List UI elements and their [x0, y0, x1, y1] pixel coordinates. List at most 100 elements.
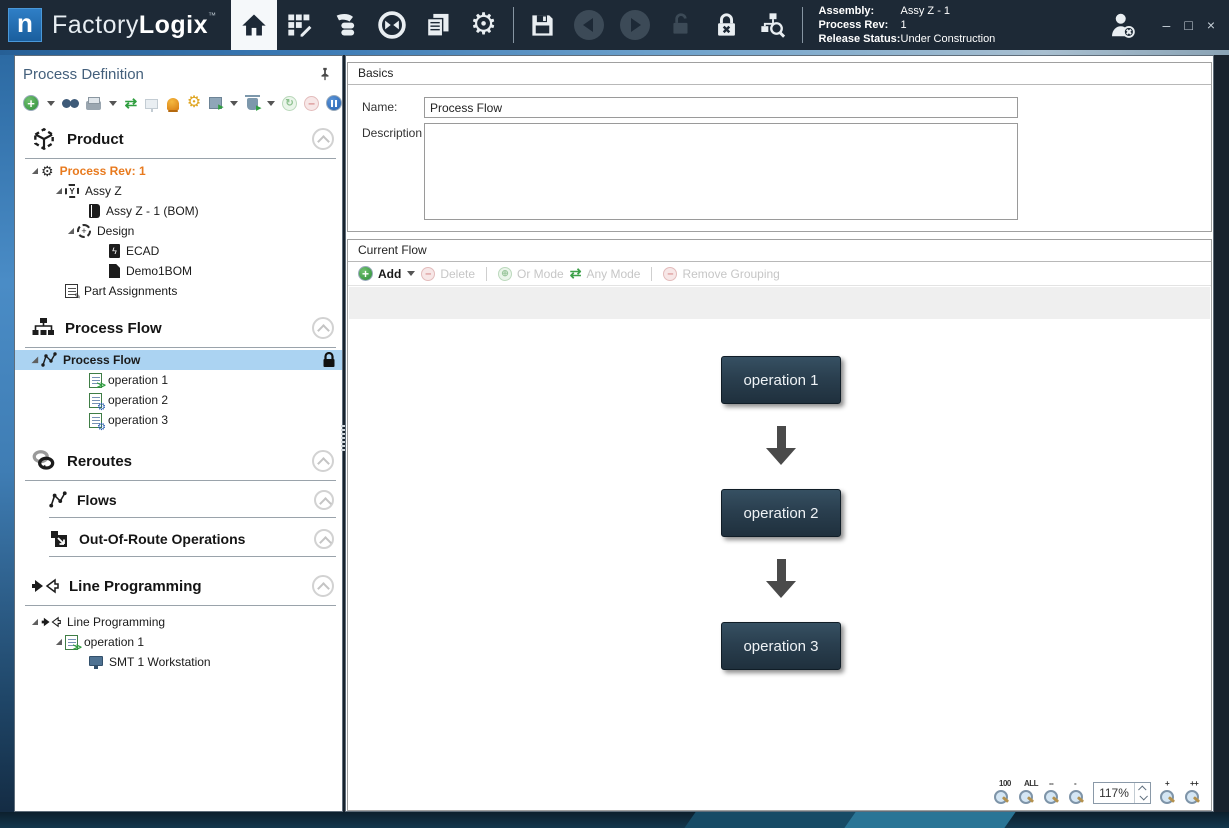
print-caret-icon[interactable]: [109, 101, 117, 106]
pin-icon[interactable]: [318, 67, 332, 81]
expander-icon[interactable]: ◢: [53, 187, 65, 195]
tree-row-bom[interactable]: Assy Z - 1 (BOM): [15, 201, 342, 221]
expander-icon[interactable]: ◢: [53, 638, 65, 646]
tree-label: operation 2: [108, 393, 168, 407]
tree-label: Demo1BOM: [126, 264, 192, 278]
process-definition-panel: Process Definition + ⇄ ⚙ ↻ – Product ◢: [14, 55, 343, 812]
user-logout-icon: [1107, 10, 1137, 40]
documents-button[interactable]: [415, 0, 461, 50]
export-button[interactable]: [208, 95, 222, 112]
print-button[interactable]: [86, 95, 101, 112]
search-button[interactable]: [62, 95, 79, 112]
flow-node-operation-2[interactable]: operation 2: [721, 489, 841, 537]
collapse-up-icon[interactable]: [312, 575, 334, 597]
right-rail: [1215, 55, 1229, 812]
collapse-up-icon[interactable]: [312, 317, 334, 339]
flows-icon: [49, 491, 67, 509]
unlock-button[interactable]: [658, 0, 704, 50]
zoom-out-fast-button[interactable]: --: [1043, 785, 1060, 804]
operations-button[interactable]: [277, 0, 323, 50]
tree-row-part-assignments[interactable]: Part Assignments: [15, 281, 342, 301]
tree-label: SMT 1 Workstation: [109, 655, 211, 669]
flow-node-operation-3[interactable]: operation 3: [721, 622, 841, 670]
gears-icon: ⚙: [41, 164, 54, 178]
tree-row-line-programming[interactable]: ◢ Line Programming: [15, 612, 342, 632]
refresh-button[interactable]: ↻: [282, 95, 297, 112]
close-button[interactable]: ×: [1207, 18, 1215, 32]
save-button[interactable]: [520, 0, 566, 50]
tree-row-operation-3[interactable]: operation 3: [15, 410, 342, 430]
zoom-level-spinner[interactable]: 117%: [1093, 782, 1151, 804]
tree-row-process-rev[interactable]: ◢ ⚙ Process Rev: 1: [15, 161, 342, 181]
section-process-flow[interactable]: Process Flow: [15, 311, 342, 345]
add-caret-icon[interactable]: [407, 271, 415, 276]
forward-icon: [620, 10, 650, 40]
name-input[interactable]: [424, 97, 1018, 118]
add-button[interactable]: +: [23, 95, 39, 112]
section-out-of-route[interactable]: Out-Of-Route Operations: [15, 524, 342, 554]
zoom-out-button[interactable]: -: [1068, 785, 1085, 804]
zoom-in-fast-button[interactable]: ++: [1184, 785, 1201, 804]
settings-button[interactable]: ⚙: [461, 0, 507, 50]
zoom-in-button[interactable]: +: [1159, 785, 1176, 804]
recycle-caret-icon[interactable]: [267, 101, 275, 106]
section-flows[interactable]: Flows: [15, 485, 342, 515]
tree-row-lp-operation-1[interactable]: ◢ operation 1: [15, 632, 342, 652]
presentation-button[interactable]: [145, 95, 159, 112]
tree-row-operation-2[interactable]: operation 2: [15, 390, 342, 410]
forward-button[interactable]: [612, 0, 658, 50]
add-operation-button[interactable]: + Add: [358, 266, 415, 281]
feeders-button[interactable]: [323, 0, 369, 50]
logout-button[interactable]: [1099, 0, 1145, 50]
divider: [651, 267, 652, 281]
any-mode-button[interactable]: ⇄ Any Mode: [570, 265, 641, 282]
add-icon: +: [358, 266, 373, 281]
presentation-icon: [145, 99, 158, 109]
expander-icon[interactable]: ◢: [29, 167, 41, 175]
minimize-button[interactable]: –: [1163, 18, 1171, 32]
tree-row-process-flow[interactable]: ◢ Process Flow: [15, 350, 342, 370]
maximize-button[interactable]: □: [1184, 18, 1192, 32]
collapse-up-icon[interactable]: [314, 529, 334, 549]
flow-node-operation-1[interactable]: operation 1: [721, 356, 841, 404]
expander-icon[interactable]: ◢: [29, 618, 41, 626]
section-line-programming[interactable]: Line Programming: [15, 569, 342, 603]
pause-button[interactable]: [326, 95, 342, 112]
export-caret-icon[interactable]: [230, 101, 238, 106]
tree-row-demo1bom[interactable]: Demo1BOM: [15, 261, 342, 281]
description-textarea[interactable]: [424, 123, 1018, 220]
tree-row-assy-z[interactable]: ◢ Y Assy Z: [15, 181, 342, 201]
remove-button[interactable]: –: [304, 95, 319, 112]
notify-button[interactable]: [166, 95, 180, 112]
zoom-100-button[interactable]: 100: [993, 785, 1010, 804]
configure-button[interactable]: ⚙: [187, 95, 201, 112]
home-button[interactable]: [231, 0, 277, 50]
routing-button[interactable]: [369, 0, 415, 50]
add-caret-icon[interactable]: [47, 101, 55, 106]
tree-row-operation-1[interactable]: operation 1: [15, 370, 342, 390]
or-mode-button[interactable]: ⊕ Or Mode: [498, 267, 564, 281]
back-button[interactable]: [566, 0, 612, 50]
section-reroutes[interactable]: Reroutes: [15, 444, 342, 478]
tree-row-ecad[interactable]: ϟ ECAD: [15, 241, 342, 261]
lock-discard-button[interactable]: [704, 0, 750, 50]
tree-row-smt-workstation[interactable]: SMT 1 Workstation: [15, 652, 342, 672]
remove-grouping-button[interactable]: – Remove Grouping: [663, 267, 779, 281]
collapse-up-icon[interactable]: [312, 128, 334, 150]
sync-button[interactable]: ⇄: [124, 95, 138, 112]
delete-button[interactable]: – Delete: [421, 267, 475, 281]
operation-icon: [89, 373, 102, 388]
expander-icon[interactable]: ◢: [65, 227, 77, 235]
collapse-up-icon[interactable]: [314, 490, 334, 510]
spin-down-icon[interactable]: [1139, 792, 1147, 800]
refresh-icon: ↻: [282, 96, 297, 111]
export-icon: [209, 97, 222, 109]
recycle-button[interactable]: [245, 95, 259, 112]
flow-search-button[interactable]: [750, 0, 796, 50]
zoom-fit-all-button[interactable]: ALL: [1018, 785, 1035, 804]
collapse-up-icon[interactable]: [312, 450, 334, 472]
tree-row-design[interactable]: ◢ + Design: [15, 221, 342, 241]
spinner-buttons[interactable]: [1134, 783, 1150, 803]
section-product[interactable]: Product: [15, 122, 342, 156]
expander-icon[interactable]: ◢: [29, 356, 41, 364]
